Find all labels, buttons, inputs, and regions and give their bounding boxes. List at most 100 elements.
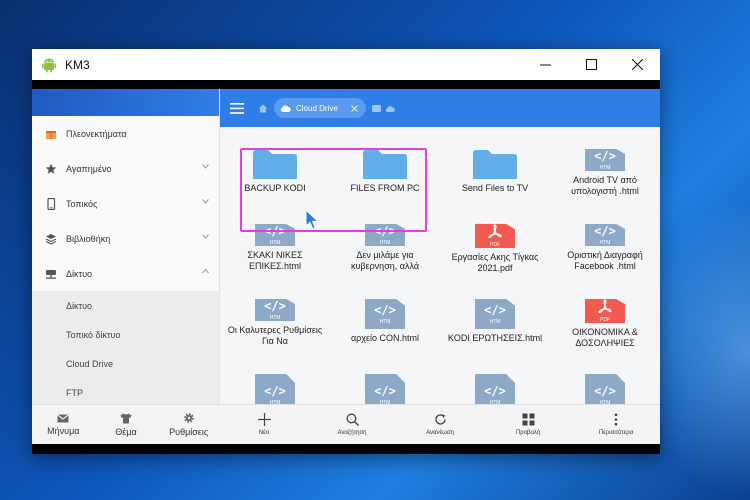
- code-glyph: </>: [594, 149, 616, 163]
- sidebar-item-benefits[interactable]: Πλεονεκτήματα: [32, 116, 219, 151]
- sidebar-item-label: Βιβλιοθήκη: [66, 233, 111, 244]
- title-bar: KM3: [32, 49, 660, 80]
- html-file-icon: </> HTM: [585, 149, 625, 171]
- file-type-tag: HTM: [379, 240, 391, 246]
- code-glyph: </>: [484, 383, 506, 398]
- html-file-icon: </> HTM: [475, 374, 515, 404]
- chevron-down-icon: [202, 164, 209, 169]
- search-label: Αναζήτηση: [337, 430, 367, 436]
- refresh-icon: [434, 414, 446, 425]
- close-tab-icon[interactable]: [350, 104, 358, 112]
- folder-icon: [473, 150, 517, 179]
- more-label: Περισσότερα: [598, 430, 634, 436]
- cloud-small-icon[interactable]: [385, 105, 395, 112]
- file-tile[interactable]: </> HTM: [440, 344, 550, 404]
- file-tile[interactable]: </> HTM KODI ΕΡΩΤΗΣΕΙΣ.html: [440, 269, 550, 344]
- star-icon: [44, 162, 58, 176]
- mouse-cursor-icon: [305, 209, 319, 230]
- file-name: Send Files to TV: [461, 183, 529, 193]
- sidebar-item-label: Πλεονεκτήματα: [66, 128, 127, 139]
- html-file-icon: </> HTM: [365, 374, 405, 404]
- menu-icon[interactable]: [230, 102, 244, 114]
- settings-label: Ρυθμίσεις: [169, 427, 209, 437]
- file-manager-app: Πλεονεκτήματα Αγαπημένο Τοπικός Βιβλιοθή…: [32, 89, 660, 444]
- main-panel: Cloud Drive BACKUP KODI FILES FROM PC Send…: [220, 89, 660, 444]
- new-button[interactable]: Νέο: [220, 405, 308, 444]
- sidebar-item-network[interactable]: Δίκτυο: [32, 256, 219, 291]
- settings-button[interactable]: Ρυθμίσεις: [157, 405, 220, 444]
- location-label: Cloud Drive: [296, 103, 338, 113]
- location-tab-cloud-drive[interactable]: Cloud Drive: [274, 98, 366, 118]
- code-glyph: </>: [374, 303, 396, 317]
- maximize-button[interactable]: [568, 49, 614, 80]
- file-name: KODI ΕΡΩΤΗΣΕΙΣ.html: [447, 333, 543, 343]
- sidebar-subitem-local-network[interactable]: Τοπικό δίκτυο: [32, 320, 219, 349]
- sidebar-item-label: Αγαπημένο: [66, 163, 112, 174]
- sidebar-subitem-cloud-drive[interactable]: Cloud Drive: [32, 349, 219, 378]
- file-tile[interactable]: </> HTM: [220, 344, 330, 404]
- acrobat-icon: [488, 224, 502, 239]
- pdf-file-icon: PDF: [585, 299, 625, 323]
- code-glyph: </>: [264, 383, 286, 398]
- chevron-down-icon: [202, 234, 209, 239]
- sidebar-bottom-bar: Μήνυμα Θέμα Ρυθμίσεις: [32, 404, 220, 444]
- code-glyph: </>: [374, 383, 396, 398]
- sidebar-header: [32, 89, 219, 116]
- file-type-tag: HTM: [269, 240, 281, 246]
- theme-label: Θέμα: [115, 426, 137, 437]
- sidebar: Πλεονεκτήματα Αγαπημένο Τοπικός Βιβλιοθή…: [32, 89, 220, 444]
- gear-icon: [183, 413, 194, 423]
- sidebar-item-label: Δίκτυο: [66, 268, 92, 279]
- window-tab-icon[interactable]: [371, 104, 381, 112]
- minimize-button[interactable]: [522, 49, 568, 80]
- close-button[interactable]: [614, 49, 660, 80]
- file-tile[interactable]: </> HTM αρχείο CON.html: [330, 269, 440, 344]
- file-tile[interactable]: PDF ΟΙΚΟΝΟΜΙΚΑ & ΔΟΣΟΛΗΨΙΕΣ: [550, 269, 660, 348]
- file-name: αρχείο CON.html: [350, 333, 420, 343]
- view-label: Προβολή: [515, 430, 541, 436]
- html-file-icon: </> HTM: [255, 374, 295, 404]
- minimize-icon: [539, 64, 551, 66]
- code-glyph: </>: [594, 383, 616, 398]
- acrobat-icon: [598, 299, 612, 314]
- messages-button[interactable]: Μήνυμα: [32, 405, 95, 444]
- html-file-icon: </> HTM: [255, 299, 295, 321]
- maximize-icon: [585, 59, 597, 70]
- code-glyph: </>: [264, 299, 286, 313]
- file-type-tag: HTM: [599, 165, 611, 171]
- refresh-button[interactable]: Ανανέωση: [396, 405, 484, 444]
- shirt-icon: [120, 413, 132, 423]
- sidebar-item-favorites[interactable]: Αγαπημένο: [32, 151, 219, 186]
- more-button[interactable]: Περισσότερα: [572, 405, 660, 444]
- html-file-icon: </> HTM: [585, 374, 625, 404]
- sidebar-item-library[interactable]: Βιβλιοθήκη: [32, 221, 219, 256]
- android-icon: [42, 58, 56, 72]
- chevron-down-icon: [202, 199, 209, 204]
- file-tile[interactable]: Send Files to TV: [440, 127, 550, 194]
- chevron-up-icon: [202, 269, 209, 274]
- close-icon: [631, 59, 643, 70]
- network-icon: [44, 267, 58, 281]
- file-tile[interactable]: PDF Εργασίες Ακης Τίγκας 2021.pdf: [440, 194, 550, 273]
- sidebar-subitem-ftp[interactable]: FTP: [32, 378, 219, 407]
- theme-button[interactable]: Θέμα: [95, 405, 158, 444]
- file-tile[interactable]: </> HTM: [550, 344, 660, 404]
- file-type-tag: HTM: [599, 240, 611, 246]
- sidebar-item-local[interactable]: Τοπικός: [32, 186, 219, 221]
- view-button[interactable]: Προβολή: [484, 405, 572, 444]
- html-file-icon: </> HTM: [365, 299, 405, 329]
- file-tile[interactable]: </> HTM: [330, 344, 440, 404]
- app-window: KM3 Πλεονεκτήματα Αγαπημένο Τοπικός Βιβλ…: [32, 49, 660, 454]
- search-button[interactable]: Αναζήτηση: [308, 405, 396, 444]
- phone-icon: [44, 197, 58, 211]
- pdf-file-icon: PDF: [475, 224, 515, 248]
- file-tile[interactable]: </> HTM Android TV από υπολογιστή .html: [550, 127, 660, 196]
- file-type-tag: HTM: [269, 315, 281, 321]
- layers-icon: [44, 232, 58, 246]
- home-icon[interactable]: [258, 104, 268, 113]
- file-tile[interactable]: </> HTM Οριστική Διαγραφή Facebook .html: [550, 194, 660, 271]
- file-tile[interactable]: </> HTM Οι Καλυτερες Ρυθμίσεις Για Να: [220, 269, 330, 346]
- sidebar-subitem-network[interactable]: Δίκτυο: [32, 291, 219, 320]
- file-type-tag: PDF: [600, 317, 610, 323]
- sidebar-item-label: Τοπικός: [66, 198, 98, 209]
